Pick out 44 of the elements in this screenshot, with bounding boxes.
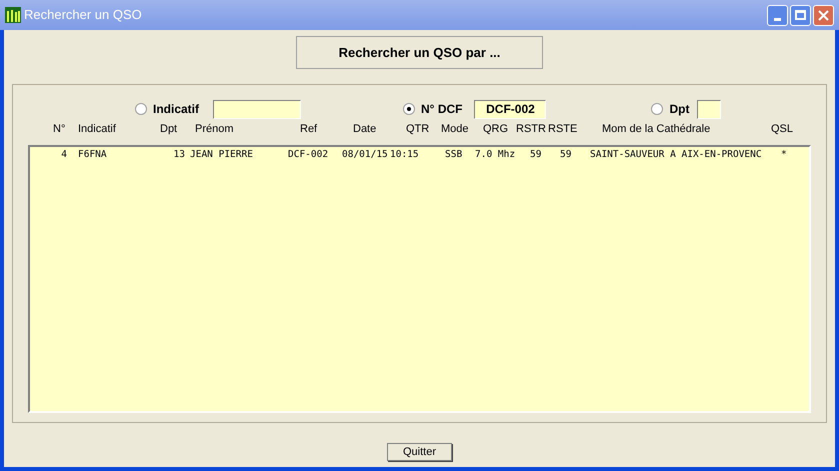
column-header: Ref xyxy=(300,122,318,137)
table-cell-text: DCF-002 xyxy=(288,148,330,162)
column-header: Dpt xyxy=(160,122,178,137)
table-cell-text: 10:15 xyxy=(390,148,420,162)
filter-field[interactable] xyxy=(697,100,722,118)
table-cell-text: SSB xyxy=(445,148,464,162)
filter-label: Dpt xyxy=(669,101,690,118)
table-cell-text: 4 xyxy=(60,148,68,162)
table-cell-text: 59 xyxy=(530,148,542,162)
filter-label: N° DCF xyxy=(421,101,462,118)
table-cell-text: 7.0 Mhz xyxy=(475,148,516,162)
maximize-button[interactable] xyxy=(790,4,811,26)
column-header: Mode xyxy=(441,122,470,137)
minimize-button[interactable] xyxy=(767,4,788,26)
filter-field[interactable]: DCF-002 xyxy=(474,100,546,118)
table-cell-text: 08/01/15 xyxy=(342,148,389,162)
table-cell-text: SAINT-SAUVEUR A AIX-EN-PROVENC xyxy=(590,148,763,162)
column-header: RSTR xyxy=(516,122,547,137)
quit-button[interactable]: Quitter xyxy=(387,443,452,461)
results-list[interactable]: 4 F6FNA 13 JEAN PIERRE DCF-002 08/01/15 10:15 SSB 7.0 Mhz 59 59 SAINT-SAUVEUR A AIX-EN-PROVENC * xyxy=(28,145,811,413)
column-header: N° xyxy=(53,122,66,137)
radio-button[interactable] xyxy=(403,103,416,115)
column-header: Date xyxy=(353,122,378,137)
column-header: Prénom xyxy=(195,122,235,137)
column-header: Mom de la Cathédrale xyxy=(602,122,712,137)
column-header: QSL xyxy=(771,122,794,137)
table-cell-text: 59 xyxy=(560,148,572,162)
window-title: Rechercher un QSO xyxy=(24,6,142,24)
column-header: QRG xyxy=(483,122,510,137)
search-by-button[interactable]: Rechercher un QSO par ... xyxy=(296,36,543,69)
radio-button[interactable] xyxy=(651,103,664,115)
app-icon xyxy=(5,7,21,23)
radio-button[interactable] xyxy=(135,103,147,115)
filter-field[interactable] xyxy=(213,100,302,118)
table-cell-text: 13 xyxy=(172,148,186,162)
close-button[interactable] xyxy=(813,4,834,26)
table-cell-text: F6FNA xyxy=(78,148,108,162)
column-header: QTR xyxy=(406,122,430,137)
column-header: Indicatif xyxy=(78,122,117,137)
column-header: RSTE xyxy=(548,122,578,137)
filter-label: Indicatif xyxy=(153,101,200,118)
table-cell-text: * xyxy=(781,148,788,162)
table-cell-text: JEAN PIERRE xyxy=(189,148,254,162)
close-icon xyxy=(818,10,829,20)
